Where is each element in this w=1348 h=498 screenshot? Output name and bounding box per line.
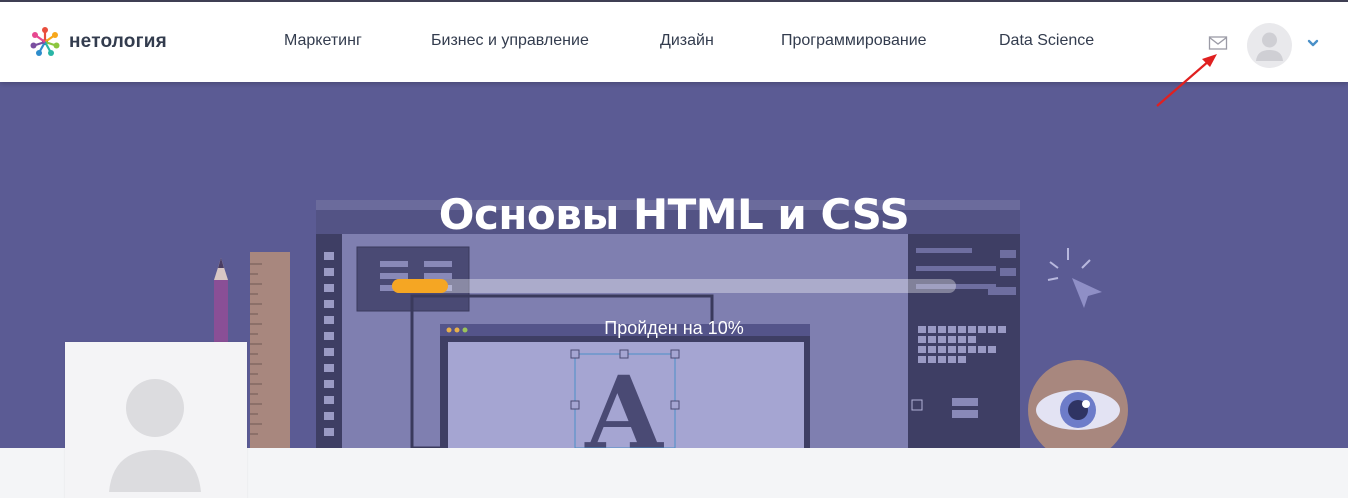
logo-flower-icon [30,27,60,56]
ruler-illustration [250,252,290,448]
user-avatar[interactable] [1247,23,1292,68]
cursor-illustration [1047,248,1102,308]
nav-item-data-science[interactable]: Data Science [999,32,1094,50]
course-progress-label: Пройден на 10% [604,318,744,338]
user-avatar-icon [1256,32,1283,61]
course-progress-fill [392,279,449,293]
chevron-down-icon[interactable] [1306,38,1320,48]
user-avatar-placeholder-icon [109,379,201,492]
course-progress-bar [392,279,956,293]
logo-text: нетология [69,31,167,52]
nav-item-design[interactable]: Дизайн [660,32,714,50]
eye-illustration [1028,360,1128,448]
nav-item-marketing[interactable]: Маркетинг [284,32,362,50]
profile-photo-card[interactable] [65,342,247,498]
nav-item-business[interactable]: Бизнес и управление [431,32,589,50]
course-title: Основы HTML и CSS [438,190,910,239]
top-navigation-bar: нетология Маркетинг Бизнес и управление … [0,0,1348,82]
logo[interactable]: нетология [28,24,167,60]
nav-item-programming[interactable]: Программирование [781,32,927,50]
svg-text:A: A [584,354,664,448]
annotation-arrow [1156,54,1217,107]
